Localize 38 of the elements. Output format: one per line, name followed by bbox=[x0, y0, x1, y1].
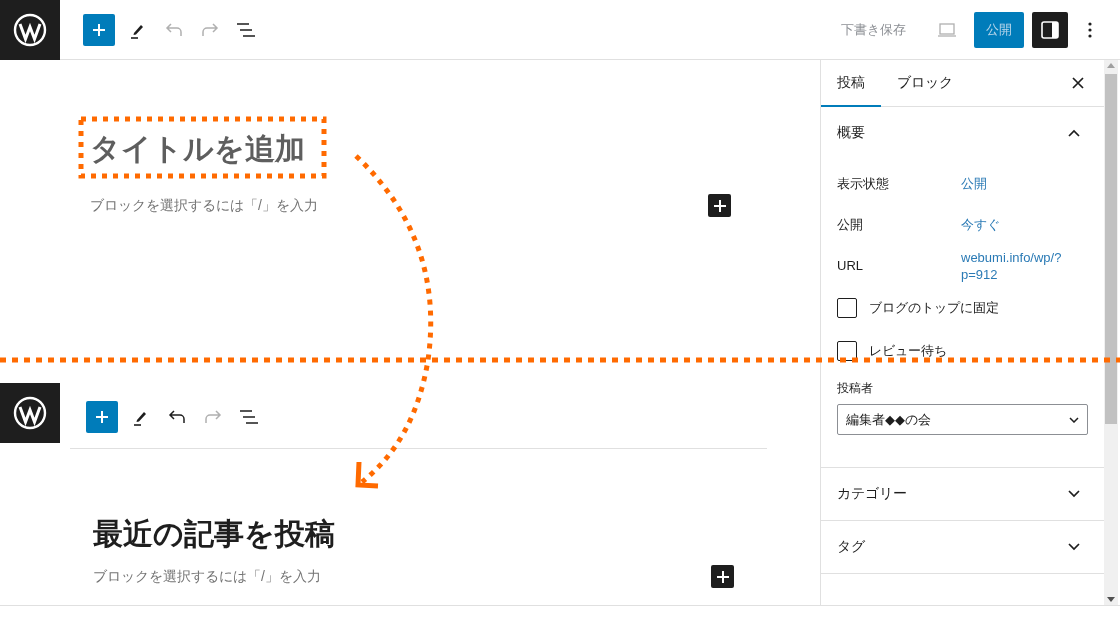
field-value-link[interactable]: 今すぐ bbox=[961, 216, 1067, 233]
sidebar-tab[interactable]: 投稿 bbox=[821, 60, 881, 107]
save-draft-button[interactable]: 下書き保存 bbox=[841, 20, 906, 39]
checkbox-label: ブログのトップに固定 bbox=[869, 298, 999, 317]
block-placeholder[interactable]: ブロックを選択するには「/」を入力 bbox=[93, 567, 321, 586]
scrollbar[interactable] bbox=[1104, 60, 1118, 605]
post-title[interactable]: 最近の記事を投稿 bbox=[93, 515, 767, 565]
author-label: 投稿者 bbox=[837, 380, 874, 397]
chevron-icon bbox=[1068, 543, 1080, 551]
sidebar-tab[interactable]: ブロック bbox=[881, 60, 969, 107]
sidebar-icon bbox=[1040, 19, 1060, 40]
plus-icon bbox=[92, 22, 106, 37]
author-select[interactable]: 編集者◆◆の会 bbox=[837, 404, 1088, 435]
field-label: 公開 bbox=[837, 215, 864, 234]
block-placeholder[interactable]: ブロックを選択するには「/」を入力 bbox=[90, 196, 318, 215]
settings-panel-button[interactable] bbox=[1032, 11, 1068, 48]
chevron-icon bbox=[1068, 490, 1080, 498]
checkbox-label: レビュー待ち bbox=[869, 341, 947, 360]
chevron-icon bbox=[1068, 129, 1080, 137]
plus-icon bbox=[95, 410, 109, 424]
field-value-link[interactable]: webumi.info/wp/?p=912 bbox=[961, 248, 1067, 283]
scroll-down-icon[interactable] bbox=[1107, 597, 1115, 602]
chevron-down-icon bbox=[1069, 416, 1079, 423]
field-label: 表示状態 bbox=[837, 174, 890, 193]
logo-icon[interactable] bbox=[0, 0, 60, 60]
checkbox[interactable] bbox=[837, 340, 857, 361]
panel-header[interactable]: タグ bbox=[821, 521, 1104, 573]
field-label: URL bbox=[837, 258, 864, 273]
checkbox[interactable] bbox=[837, 297, 857, 318]
add-block-button[interactable] bbox=[711, 565, 734, 588]
panel-header[interactable]: カテゴリー bbox=[821, 468, 1104, 520]
title-placeholder[interactable]: タイトルを追加 bbox=[90, 130, 820, 194]
field-value-link[interactable]: 公開 bbox=[961, 175, 1067, 192]
plus-icon bbox=[716, 570, 729, 583]
panel-header[interactable]: 概要 bbox=[821, 107, 1104, 159]
plus-icon bbox=[713, 199, 726, 212]
add-block-button[interactable] bbox=[708, 194, 731, 217]
logo-icon[interactable] bbox=[0, 383, 60, 443]
